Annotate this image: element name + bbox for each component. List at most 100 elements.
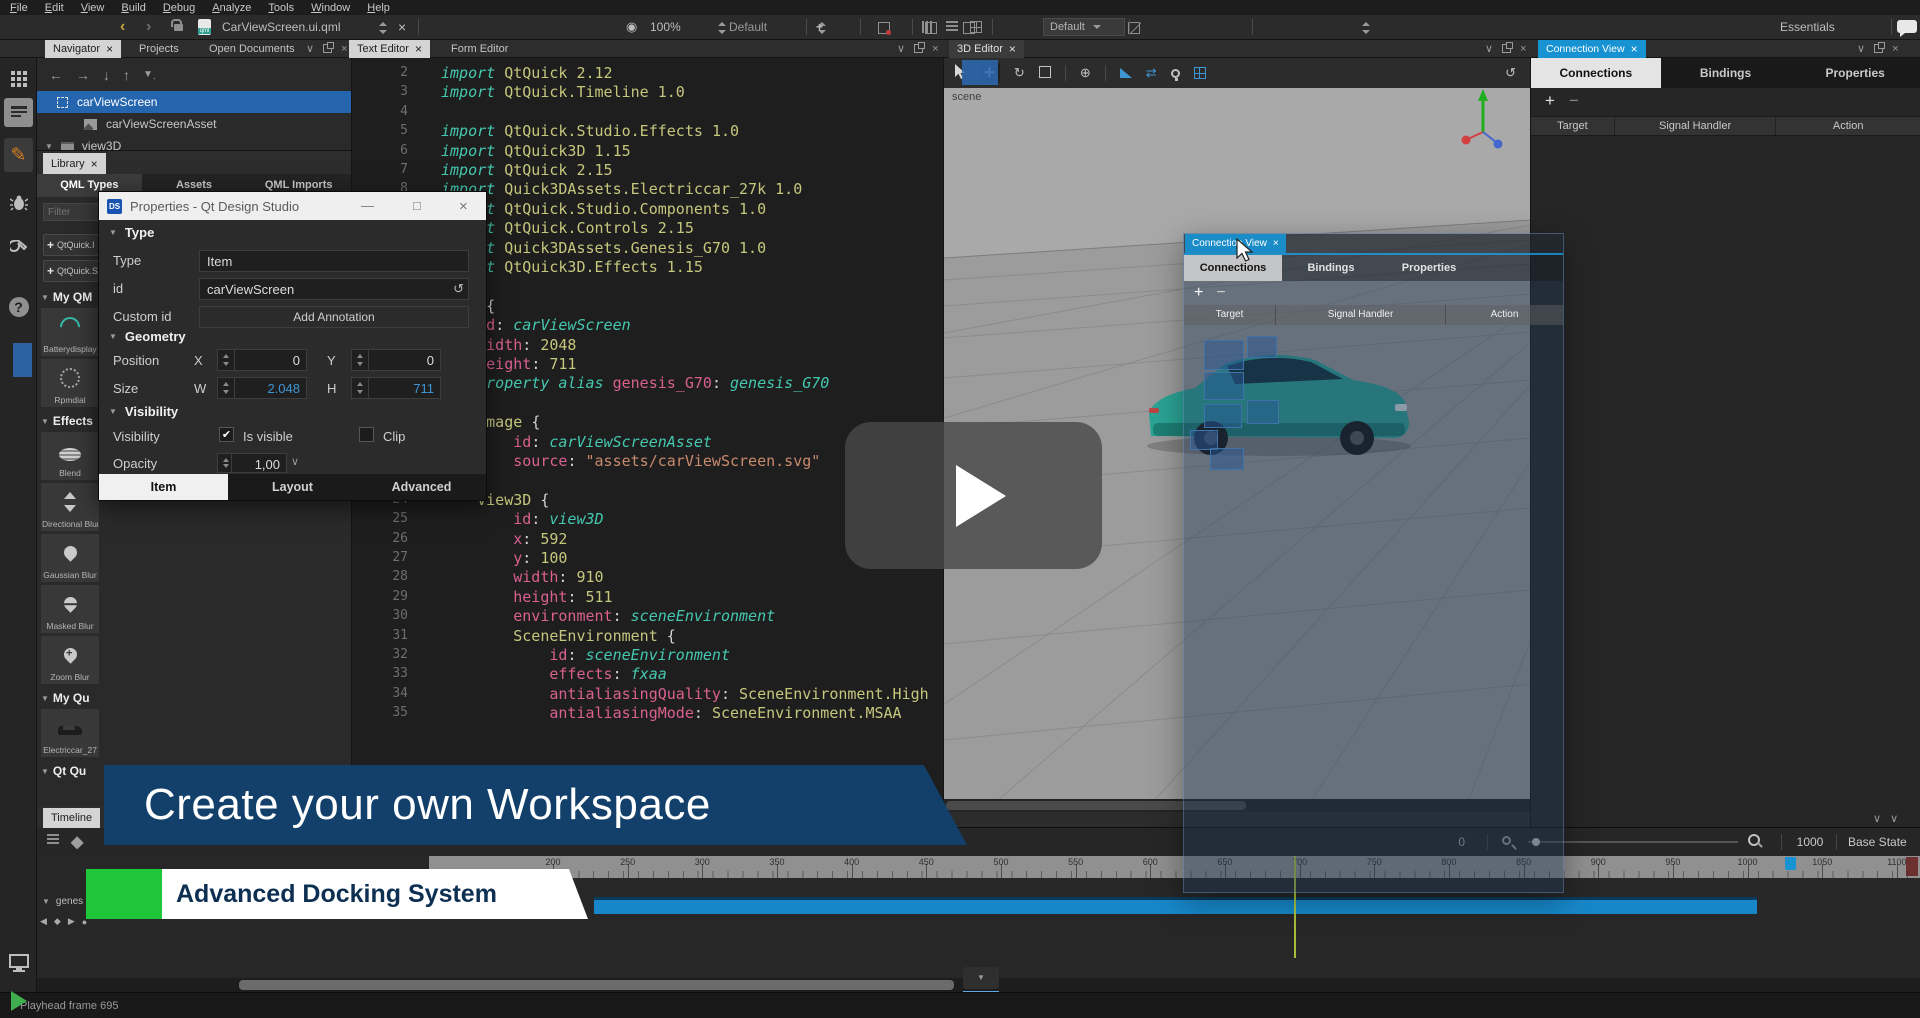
menu-tools[interactable]: Tools — [268, 2, 294, 14]
current-document[interactable]: CarViewScreen.ui.qml — [222, 15, 341, 39]
timeline-marker[interactable] — [1785, 857, 1796, 870]
library-item-zoom-blur[interactable]: Zoom Blur — [41, 636, 99, 684]
video-play-button[interactable] — [845, 422, 1102, 569]
menu-window[interactable]: Window — [311, 2, 350, 14]
library-section-effects[interactable]: ▼Effects — [41, 410, 103, 432]
add-keyframe-icon[interactable]: ◆ — [71, 832, 83, 852]
frame-error-icon[interactable] — [878, 22, 890, 34]
library-item-electriccar_27[interactable]: Electriccar_27 — [41, 709, 99, 757]
tab-item[interactable]: Item — [99, 474, 228, 500]
connection-panel-controls[interactable]: ∨× — [1857, 42, 1899, 55]
state-label[interactable]: Base State — [1848, 835, 1907, 849]
library-filter-input[interactable] — [43, 203, 99, 221]
library-item-blend[interactable]: Blend — [41, 432, 99, 480]
zoom-in-icon[interactable] — [1748, 834, 1760, 846]
type-field[interactable]: Item — [199, 250, 469, 272]
design-mode-icon[interactable]: ✎ — [4, 138, 33, 172]
apps-grid-icon[interactable] — [4, 64, 33, 93]
height-spinbox[interactable]: 711 — [351, 377, 441, 399]
add-module-button[interactable]: +QtQuick.I — [43, 234, 100, 256]
tab-properties[interactable]: Properties — [1790, 58, 1920, 88]
section-geometry[interactable]: ▼Geometry — [109, 329, 186, 344]
id-field[interactable]: carViewScreen ↺ — [199, 278, 469, 300]
tab-bindings[interactable]: Bindings — [1282, 255, 1380, 281]
clip-checkbox[interactable] — [359, 427, 374, 442]
section-type[interactable]: ▼Type — [109, 225, 154, 240]
dialog-titlebar[interactable]: DS Properties - Qt Design Studio — □ × — [99, 192, 486, 220]
move-anchor-icon[interactable]: + — [816, 15, 823, 39]
tab-navigator[interactable]: Navigator× — [45, 40, 121, 58]
add-module-button[interactable]: +QtQuick.S — [43, 260, 100, 282]
tab-connections[interactable]: Connections — [1531, 58, 1661, 88]
timeline-track-row[interactable]: ▼genes — [42, 896, 83, 907]
library-section-qt-qu[interactable]: ▼Qt Qu — [41, 760, 103, 782]
back-icon[interactable]: ‹ — [120, 15, 125, 39]
tab-projects[interactable]: Projects — [131, 40, 187, 58]
panel-collapse-controls[interactable]: ∨∨ — [1873, 812, 1898, 825]
workspace-selector[interactable]: Essentials — [1780, 15, 1835, 39]
is-visible-checkbox[interactable]: ✔ — [219, 427, 234, 442]
reset-icon[interactable]: ↺ — [453, 281, 464, 297]
nav-right-icon[interactable]: → — [76, 67, 90, 83]
add-connection-button[interactable]: + — [1194, 284, 1203, 302]
tree-item-carviewscreenasset[interactable]: carViewScreenAsset — [37, 113, 351, 135]
distribute-v-icon[interactable] — [946, 21, 958, 33]
minimize-button[interactable]: — — [361, 198, 374, 213]
rotate-tool-icon[interactable]: ↻ — [1014, 65, 1025, 81]
timeline-end-field[interactable]: 1000 — [1790, 835, 1830, 849]
floating-connection-view[interactable]: Connection View× Connections Bindings Pr… — [1183, 233, 1564, 893]
library-item-masked-blur[interactable]: Masked Blur — [41, 585, 99, 633]
tab-bindings[interactable]: Bindings — [1661, 58, 1791, 88]
tools-wrench-icon[interactable] — [4, 234, 33, 263]
add-annotation-button[interactable]: Add Annotation — [199, 306, 469, 328]
opacity-dropdown-icon[interactable]: ∨ — [291, 455, 299, 468]
tab-open-documents[interactable]: Open Documents — [201, 40, 303, 58]
close-button[interactable]: × — [459, 198, 468, 215]
tab-layout[interactable]: Layout — [228, 474, 357, 500]
close-document-icon[interactable]: × — [398, 15, 406, 39]
forward-icon[interactable]: › — [146, 15, 151, 39]
layout-grid-icon[interactable] — [970, 21, 982, 33]
panel-splitter-grip[interactable]: ▼ — [963, 967, 999, 989]
style-selector[interactable]: Default — [729, 15, 767, 39]
navigator-panel-controls[interactable]: ∨× — [306, 42, 348, 55]
run-button[interactable] — [4, 986, 33, 1015]
remove-connection-button[interactable]: − — [1569, 91, 1579, 111]
tab-connection-view[interactable]: Connection View× — [1538, 40, 1646, 58]
camera-perspective-icon[interactable] — [1120, 68, 1132, 78]
tab-connections[interactable]: Connections — [1184, 255, 1282, 281]
menu-debug[interactable]: Debug — [163, 2, 195, 14]
tab-library[interactable]: Library× — [43, 153, 106, 174]
remove-connection-button[interactable]: − — [1216, 284, 1225, 302]
show-grid-icon[interactable] — [1194, 67, 1206, 79]
library-section-my-qm[interactable]: ▼My QM — [41, 286, 103, 308]
distribute-h-icon[interactable] — [922, 21, 934, 33]
library-item-directional-blur[interactable]: Directional Blur — [41, 483, 99, 531]
document-selector-icon[interactable] — [378, 22, 387, 34]
timeline-settings-icon[interactable] — [47, 833, 59, 851]
timeline-ruler[interactable]: 2002503003504004505005506006507007508008… — [429, 856, 1920, 878]
menu-file[interactable]: File — [10, 2, 28, 14]
library-section-my-qu[interactable]: ▼My Qu — [41, 687, 103, 709]
menu-view[interactable]: View — [81, 2, 105, 14]
library-item-rpmdial[interactable]: Rpmdial — [41, 359, 99, 407]
x-spinbox[interactable]: 0 — [217, 349, 307, 371]
tab-advanced[interactable]: Advanced — [357, 474, 486, 500]
library-item-gaussian-blur[interactable]: Gaussian Blur — [41, 534, 99, 582]
menu-analyze[interactable]: Analyze — [212, 2, 251, 14]
tab-form-editor[interactable]: Form Editor — [443, 40, 516, 58]
3d-panel-controls[interactable]: ∨× — [1485, 42, 1527, 55]
menu-edit[interactable]: Edit — [45, 2, 64, 14]
y-spinbox[interactable]: 0 — [351, 349, 441, 371]
scale-tool-icon[interactable] — [1039, 66, 1051, 81]
kit-selector[interactable]: Default — [1043, 18, 1125, 36]
run-preview-icon[interactable]: ◉ — [626, 15, 637, 39]
maximize-button[interactable]: □ — [413, 198, 421, 213]
target-stepper-icon[interactable] — [1361, 22, 1370, 34]
tab-text-editor[interactable]: Text Editor× — [349, 40, 430, 58]
section-visibility[interactable]: ▼Visibility — [109, 404, 178, 419]
zoom-stepper-icon[interactable] — [717, 22, 726, 34]
nav-down-icon[interactable]: ↓ — [103, 67, 110, 83]
library-item-batterydisplay[interactable]: Batterydisplay — [41, 308, 99, 356]
timeline-section-bar[interactable] — [594, 897, 1757, 914]
